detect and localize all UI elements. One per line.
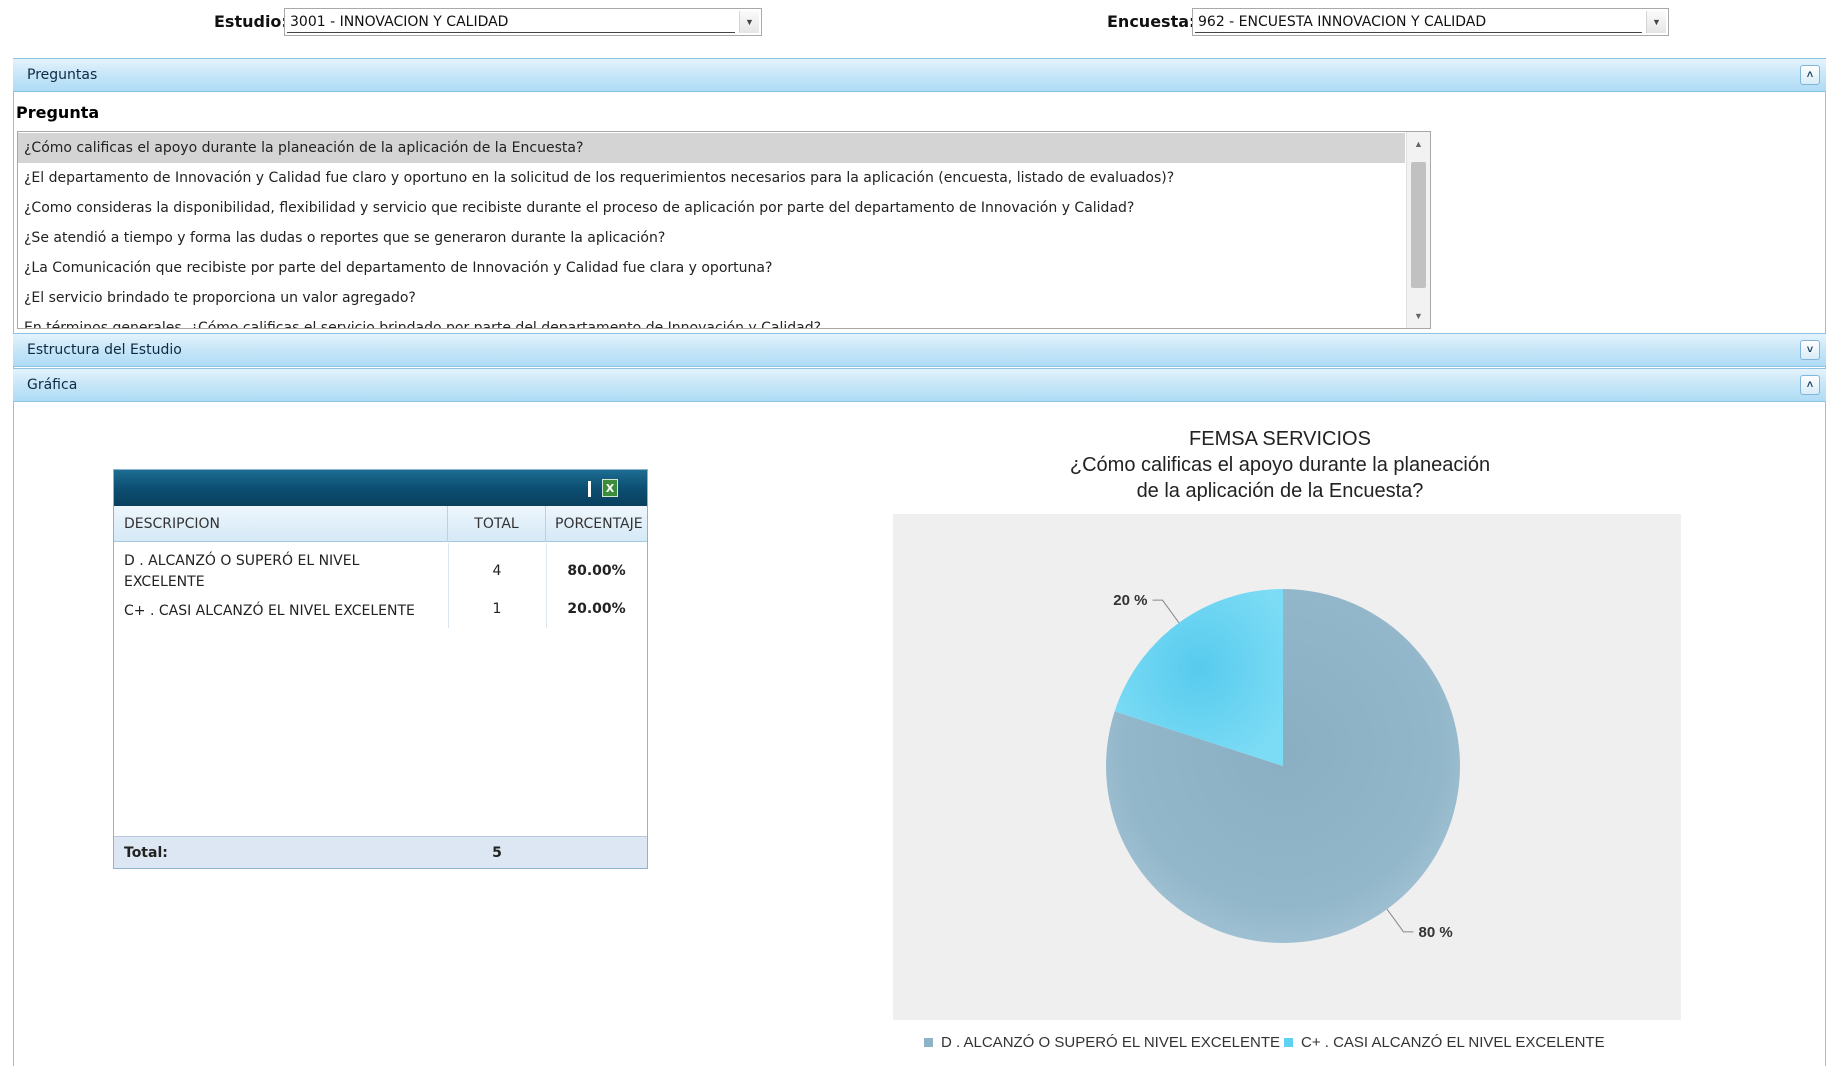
expand-icon[interactable]: ˅ [1800,340,1820,360]
encuesta-select-value: 962 - ENCUESTA INNOVACION Y CALIDAD [1195,12,1642,33]
panel-header-preguntas[interactable]: Preguntas ˄ [13,58,1826,92]
cell-total: 4 [492,563,502,579]
question-item[interactable]: ¿Cómo calificas el apoyo durante la plan… [18,133,1405,163]
chart-subtitle-line: de la aplicación de la Encuesta? [1136,480,1424,502]
data-label: 80 % [1418,924,1452,941]
table-row[interactable]: C+ . CASI ALCANZÓ EL NIVEL EXCELENTE 1 2… [114,601,647,625]
footer-total-value: 5 [492,845,502,861]
cell-porcentaje: 20.00% [567,601,626,617]
chart-legend: D . ALCANZÓ O SUPERÓ EL NIVEL EXCELENTE … [924,1032,1605,1052]
table-row[interactable]: D . ALCANZÓ O SUPERÓ EL NIVEL EXCELENTE … [114,551,647,595]
panel-title: Preguntas [27,67,98,83]
encuesta-select[interactable]: 962 - ENCUESTA INNOVACION Y CALIDAD ▼ [1192,8,1669,36]
collapse-icon[interactable]: ˄ [1800,65,1820,85]
pie-chart: 80 % 20 % [893,514,1681,1020]
legend-swatch [924,1037,933,1047]
encuesta-label: Encuesta: [1107,12,1196,31]
legend-item[interactable]: C+ . CASI ALCANZÓ EL NIVEL EXCELENTE [1280,1034,1605,1051]
question-item[interactable]: ¿Se atendió a tiempo y forma las dudas o… [18,223,1405,253]
grid-header-row: DESCRIPCION TOTAL PORCENTAJE [114,506,647,542]
cell-total: 1 [492,601,502,617]
cell-descripcion: C+ . CASI ALCANZÓ EL NIVEL EXCELENTE [124,603,415,619]
collapse-icon[interactable]: ˄ [1800,375,1820,395]
legend-label: C+ . CASI ALCANZÓ EL NIVEL EXCELENTE [1301,1033,1605,1051]
legend-label: D . ALCANZÓ O SUPERÓ EL NIVEL EXCELENTE [941,1033,1280,1051]
question-item[interactable]: ¿Como consideras la disponibilidad, flex… [18,193,1405,223]
grid-toolbar: X [114,470,647,506]
estudio-select-value: 3001 - INNOVACION Y CALIDAD [287,12,735,33]
chart-title: FEMSA SERVICIOS [1189,428,1371,450]
scroll-down-icon[interactable]: ▼ [1407,304,1430,328]
panel-title: Gráfica [27,377,78,393]
column-header-total[interactable]: TOTAL [448,506,546,542]
chart-subtitle-line: ¿Cómo calificas el apoyo durante la plan… [1069,454,1491,476]
grid-footer: Total: 5 [114,836,647,868]
pregunta-label: Pregunta [16,103,100,122]
question-item[interactable]: ¿El servicio brindado te proporciona un … [18,283,1405,313]
chevron-down-icon[interactable]: ▼ [739,11,759,33]
question-item[interactable]: ¿La Comunicación que recibiste por parte… [18,253,1405,283]
question-item[interactable]: En términos generales, ¿Cómo calificas e… [18,313,1405,328]
legend-swatch [1284,1037,1293,1047]
panel-header-estructura[interactable]: Estructura del Estudio ˅ [13,333,1826,367]
cell-porcentaje: 80.00% [567,563,626,579]
footer-total-label: Total: [124,845,168,861]
question-item[interactable]: ¿El departamento de Innovación y Calidad… [18,163,1405,193]
estudio-label: Estudio: [214,12,288,31]
question-list-scrollbar[interactable]: ▲ ▼ [1406,132,1430,328]
column-header-porcentaje[interactable]: PORCENTAJE [546,506,647,542]
results-grid: X DESCRIPCION TOTAL PORCENTAJE D . ALCAN… [113,469,648,869]
scroll-thumb[interactable] [1411,162,1426,288]
chevron-down-icon[interactable]: ▼ [1646,11,1666,33]
cell-descripcion: D . ALCANZÓ O SUPERÓ EL NIVEL EXCELENTE [124,553,360,590]
estudio-select[interactable]: 3001 - INNOVACION Y CALIDAD ▼ [284,8,762,36]
scroll-up-icon[interactable]: ▲ [1407,132,1430,156]
panel-title: Estructura del Estudio [27,342,182,358]
toolbar-separator [588,481,591,497]
excel-export-icon[interactable]: X [602,479,618,497]
column-header-descripcion[interactable]: DESCRIPCION [114,506,448,542]
question-listbox[interactable]: ¿Cómo calificas el apoyo durante la plan… [17,131,1431,329]
panel-header-grafica[interactable]: Gráfica ˄ [13,368,1826,402]
legend-item[interactable]: D . ALCANZÓ O SUPERÓ EL NIVEL EXCELENTE [924,1034,1280,1051]
data-label: 20 % [1113,592,1147,609]
